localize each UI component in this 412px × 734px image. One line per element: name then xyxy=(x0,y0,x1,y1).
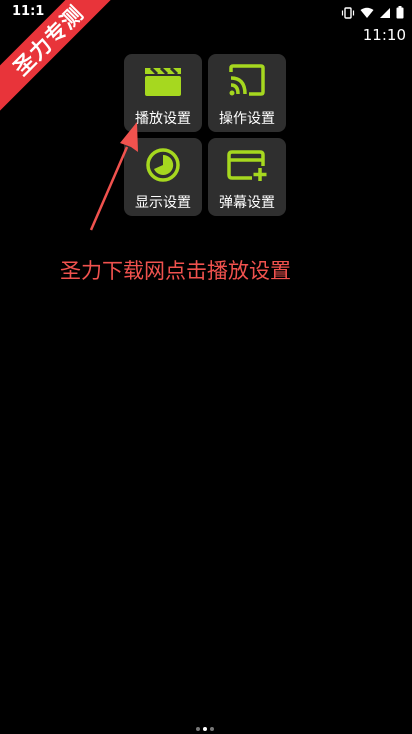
page-dot xyxy=(210,727,214,731)
page-dot-active xyxy=(203,727,207,731)
pointer-arrow-icon xyxy=(89,122,138,231)
hint-text: 圣力下载网点击播放设置 xyxy=(60,259,291,283)
page-dot xyxy=(196,727,200,731)
page-indicator xyxy=(196,727,214,731)
